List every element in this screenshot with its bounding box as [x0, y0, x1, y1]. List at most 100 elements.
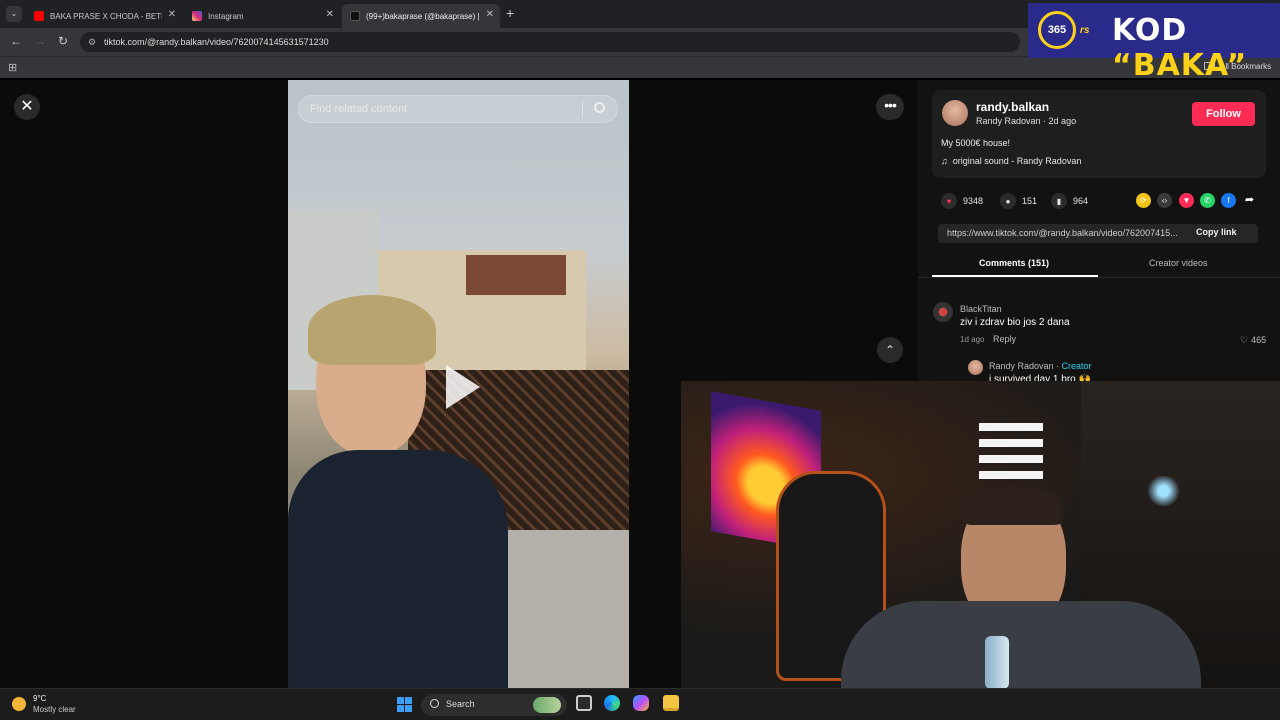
tab-label: Instagram	[208, 11, 244, 21]
search-divider	[582, 100, 583, 118]
weather-condition[interactable]: Mostly clear	[33, 705, 76, 714]
heart-outline-icon: ♡	[1240, 335, 1249, 345]
music-note-icon: ♫	[941, 156, 948, 166]
url-text: tiktok.com/@randy.balkan/video/762007414…	[104, 37, 329, 47]
webcam-overlay	[681, 381, 1280, 689]
bookmark-icon: ▮	[1051, 193, 1067, 209]
commenter-avatar[interactable]	[933, 302, 953, 322]
reply-header: Randy Radovan · Creator	[989, 361, 1092, 371]
tab-list-chevron-icon[interactable]: ⌄	[6, 6, 22, 22]
close-tab-icon[interactable]: ✕	[486, 9, 494, 20]
comment-like-button[interactable]: ♡ 465	[1240, 335, 1266, 346]
tiktok-icon	[350, 11, 360, 21]
save-button[interactable]: ▮ 964	[1051, 193, 1088, 209]
chevron-up-icon: ⌃	[884, 343, 896, 357]
comment-icon: ●	[1000, 193, 1016, 209]
comment-age: 1d ago	[960, 335, 985, 344]
reply-avatar[interactable]	[968, 360, 983, 375]
search-icon[interactable]	[594, 102, 605, 113]
webcam-person-hair	[963, 485, 1063, 525]
save-count: 964	[1073, 196, 1089, 206]
edge-icon[interactable]	[604, 695, 620, 711]
webcam-lights	[1141, 476, 1186, 506]
like-button[interactable]: ♥ 9348	[941, 193, 983, 209]
reply-button[interactable]: Reply	[993, 334, 1016, 344]
search-highlight-icon	[533, 697, 561, 713]
share-arrow-icon[interactable]: ➦	[1242, 193, 1257, 208]
tab-instagram[interactable]: Instagram ✕	[184, 4, 340, 28]
more-dots-icon: •••	[884, 97, 897, 113]
close-viewer-button[interactable]: ✕	[14, 94, 40, 120]
close-tab-icon[interactable]: ✕	[326, 9, 334, 20]
video-caption: My 5000€ house!	[941, 138, 1011, 148]
tab-comments[interactable]: Comments (151)	[979, 258, 1049, 268]
heart-icon: ♥	[941, 193, 957, 209]
instagram-icon	[192, 11, 202, 21]
taskbar-search[interactable]: Search	[421, 694, 567, 716]
creator-badge: Creator	[1061, 361, 1092, 371]
webcam-person-body	[841, 601, 1201, 689]
apps-grid-icon[interactable]: ⊞	[8, 61, 17, 74]
sound-row[interactable]: ♫ original sound - Randy Radovan	[941, 156, 1081, 166]
file-explorer-icon[interactable]	[663, 695, 679, 711]
video-frame-person-shirt	[288, 450, 508, 688]
close-tab-icon[interactable]: ✕	[168, 9, 176, 20]
back-arrow-icon[interactable]: ←	[10, 34, 22, 48]
previous-video-button[interactable]: ⌃	[877, 337, 903, 363]
video-player[interactable]	[288, 80, 629, 688]
bookmarks-bar: ⊞ All Bookmarks	[0, 56, 1280, 78]
comment-username[interactable]: BlackTitan	[960, 304, 1002, 314]
weather-icon[interactable]	[12, 697, 26, 711]
tab-label: BAKA PRASE X CHODA - BETMI	[50, 11, 162, 21]
address-bar[interactable]: ⚙ tiktok.com/@randy.balkan/video/7620074…	[80, 32, 1020, 52]
comment-like-count: 465	[1251, 335, 1267, 345]
embed-icon[interactable]: ‹›	[1157, 193, 1172, 208]
author-display-name: Randy Radovan	[976, 116, 1041, 126]
sponsor-logo-suffix: rs	[1080, 25, 1090, 36]
reload-icon[interactable]: ↻	[58, 34, 68, 48]
video-frame-person-hair	[308, 295, 436, 365]
find-related-search-input[interactable]: Find related content	[298, 95, 618, 123]
taskbar-search-label: Search	[446, 699, 475, 709]
author-meta: Randy Radovan · 2d ago	[976, 116, 1077, 126]
facebook-icon[interactable]: f	[1221, 193, 1236, 208]
sponsor-logo: 365	[1038, 11, 1076, 49]
comment-count: 151	[1022, 196, 1038, 206]
tab-label: (99+)bakaprase (@bakaprase) |	[366, 11, 480, 21]
close-icon: ✕	[20, 98, 34, 115]
webcam-window-light	[979, 423, 1043, 483]
tab-creator-videos[interactable]: Creator videos	[1149, 258, 1208, 268]
tab-divider	[918, 277, 1280, 278]
video-frame-roof	[466, 255, 566, 295]
sponsor-code: “BAKA”	[1112, 48, 1248, 83]
youtube-icon	[34, 11, 44, 21]
tab-youtube[interactable]: BAKA PRASE X CHODA - BETMI ✕	[26, 4, 182, 28]
active-tab-indicator	[932, 275, 1098, 277]
site-info-icon[interactable]: ⚙	[88, 37, 96, 48]
forward-arrow-icon[interactable]: →	[34, 34, 46, 48]
search-icon	[430, 699, 439, 708]
windows-start-icon[interactable]	[397, 697, 412, 712]
follow-button[interactable]: Follow	[1192, 102, 1255, 126]
more-options-button[interactable]: •••	[876, 94, 904, 120]
whatsapp-icon[interactable]: ✆	[1200, 193, 1215, 208]
reply-username[interactable]: Randy Radovan	[989, 361, 1054, 371]
sound-name: original sound - Randy Radovan	[952, 156, 1082, 166]
copilot-icon[interactable]	[633, 695, 649, 711]
task-view-icon[interactable]	[576, 695, 592, 711]
webcam-bottle	[985, 636, 1009, 689]
repost-icon[interactable]: ⟳	[1136, 193, 1151, 208]
author-avatar[interactable]	[942, 100, 968, 126]
tab-tiktok[interactable]: (99+)bakaprase (@bakaprase) | ✕	[342, 4, 500, 28]
like-count: 9348	[963, 196, 984, 206]
new-tab-button[interactable]: +	[506, 5, 514, 21]
weather-temperature[interactable]: 9°C	[33, 694, 46, 703]
sponsor-code-text: KOD “BAKA”	[1112, 13, 1280, 83]
comment-button[interactable]: ● 151	[1000, 193, 1037, 209]
post-age: 2d ago	[1048, 116, 1077, 126]
sponsor-banner: 365 rs KOD “BAKA”	[1028, 3, 1280, 83]
copy-link-button[interactable]: Copy link	[1196, 227, 1237, 237]
author-username[interactable]: randy.balkan	[976, 100, 1049, 114]
send-icon[interactable]: ▼	[1179, 193, 1194, 208]
play-icon[interactable]	[446, 365, 480, 409]
